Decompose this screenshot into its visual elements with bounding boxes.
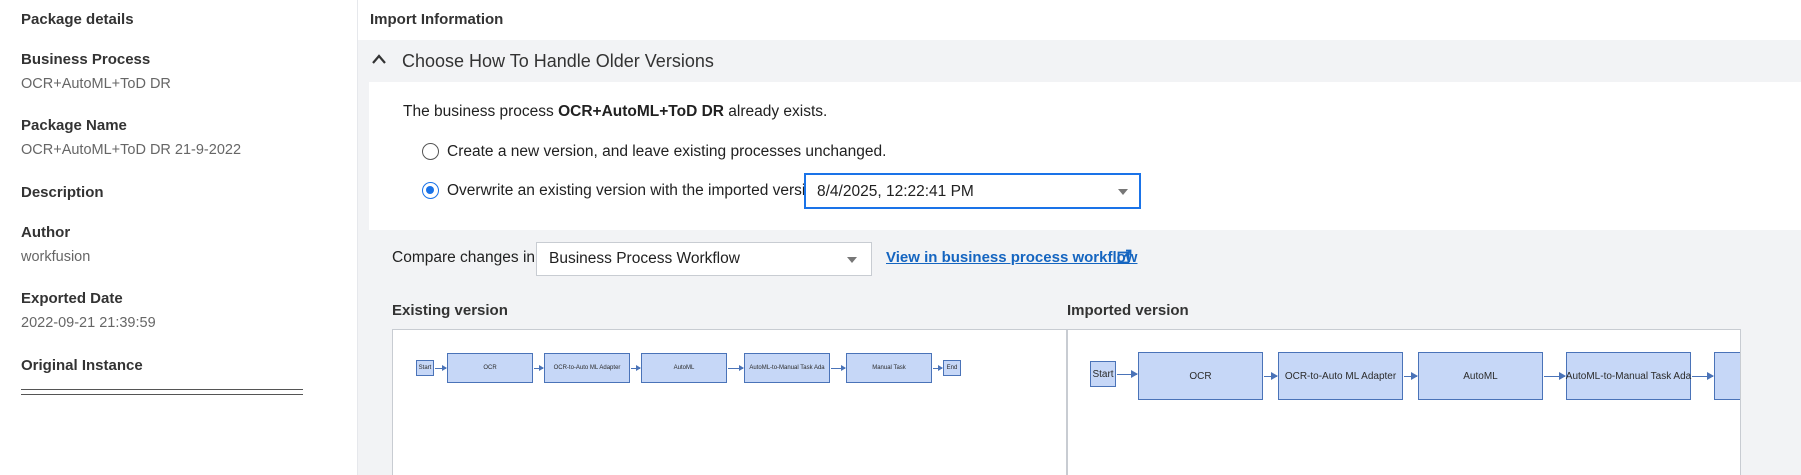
version-options-card: The business process OCR+AutoML+ToD DR a… bbox=[369, 82, 1801, 230]
compare-label: Compare changes in bbox=[392, 249, 536, 266]
original-instance-divider bbox=[21, 389, 303, 399]
workflow-node-automl-manual-adapter[interactable]: AutoML-to-Manual Task Ada bbox=[744, 353, 830, 383]
author-label: Author bbox=[21, 224, 71, 241]
business-process-label: Business Process bbox=[21, 51, 151, 68]
chevron-up-icon[interactable] bbox=[372, 54, 386, 64]
compare-select[interactable]: Business Process Workflow bbox=[536, 242, 872, 276]
workflow-arrow bbox=[831, 365, 846, 371]
workflow-node-start[interactable]: Start bbox=[416, 360, 434, 376]
original-instance-label: Original Instance bbox=[21, 357, 143, 374]
existing-version-title: Existing version bbox=[392, 302, 508, 319]
create-new-version-radio[interactable] bbox=[422, 143, 439, 160]
package-name-value: OCR+AutoML+ToD DR 21-9-2022 bbox=[21, 142, 242, 158]
overwrite-version-radio[interactable] bbox=[422, 182, 439, 199]
business-process-value: OCR+AutoML+ToD DR bbox=[21, 76, 171, 92]
version-select-value: 8/4/2025, 12:22:41 PM bbox=[817, 183, 974, 200]
workflow-arrow bbox=[1264, 372, 1278, 380]
workflow-node-ocr-automl-adapter[interactable]: OCR-to-Auto ML Adapter bbox=[1278, 352, 1403, 400]
import-information-title: Import Information bbox=[370, 11, 504, 28]
workflow-arrow bbox=[631, 365, 641, 371]
workflow-arrow bbox=[1404, 372, 1418, 380]
create-new-version-label[interactable]: Create a new version, and leave existing… bbox=[447, 143, 886, 161]
package-name-label: Package Name bbox=[21, 117, 127, 134]
workflow-arrow bbox=[933, 365, 943, 371]
workflow-arrow bbox=[435, 365, 447, 371]
existing-version-diagram[interactable]: Start OCR OCR-to-Auto ML Adapter AutoML … bbox=[392, 329, 1067, 475]
package-details-title: Package details bbox=[21, 11, 134, 28]
package-details-panel: Package details Business Process OCR+Aut… bbox=[0, 0, 358, 475]
exists-process-name: OCR+AutoML+ToD DR bbox=[558, 103, 724, 120]
workflow-arrow bbox=[1692, 372, 1714, 380]
version-select[interactable]: 8/4/2025, 12:22:41 PM bbox=[804, 173, 1141, 209]
workflow-node-manual-task[interactable] bbox=[1714, 352, 1740, 400]
workflow-arrow bbox=[1117, 370, 1138, 378]
workflow-node-ocr-automl-adapter[interactable]: OCR-to-Auto ML Adapter bbox=[544, 353, 630, 383]
workflow-node-automl[interactable]: AutoML bbox=[1418, 352, 1543, 400]
workflow-arrow bbox=[728, 365, 744, 371]
workflow-node-manual-task[interactable]: Manual Task bbox=[846, 353, 932, 383]
exists-message: The business process OCR+AutoML+ToD DR a… bbox=[403, 103, 827, 121]
import-header: Import Information bbox=[358, 0, 1801, 40]
chevron-down-icon bbox=[847, 257, 857, 263]
workflow-node-ocr[interactable]: OCR bbox=[1138, 352, 1263, 400]
description-label: Description bbox=[21, 184, 104, 201]
external-link-icon[interactable] bbox=[1117, 249, 1132, 264]
workflow-node-automl-manual-adapter[interactable]: AutoML-to-Manual Task Ada bbox=[1566, 352, 1691, 400]
workflow-node-automl[interactable]: AutoML bbox=[641, 353, 727, 383]
view-workflow-link[interactable]: View in business process workflow bbox=[886, 249, 1137, 266]
workflow-node-ocr[interactable]: OCR bbox=[447, 353, 533, 383]
workflow-node-start[interactable]: Start bbox=[1090, 361, 1116, 387]
imported-version-diagram[interactable]: Start OCR OCR-to-Auto ML Adapter AutoML … bbox=[1067, 329, 1741, 475]
exported-date-value: 2022-09-21 21:39:59 bbox=[21, 315, 156, 331]
exists-suffix: already exists. bbox=[723, 103, 828, 120]
chevron-down-icon bbox=[1118, 189, 1128, 195]
import-information-panel: Import Information Choose How To Handle … bbox=[358, 0, 1801, 475]
workflow-arrow bbox=[534, 365, 544, 371]
older-versions-section-header[interactable]: Choose How To Handle Older Versions bbox=[358, 40, 1801, 82]
workflow-arrow bbox=[1544, 372, 1566, 380]
workflow-node-end[interactable]: End bbox=[943, 360, 961, 376]
exists-prefix: The business process bbox=[403, 103, 559, 120]
imported-version-title: Imported version bbox=[1067, 302, 1189, 319]
author-value: workfusion bbox=[21, 249, 91, 265]
section-title: Choose How To Handle Older Versions bbox=[402, 51, 714, 71]
overwrite-version-label[interactable]: Overwrite an existing version with the i… bbox=[447, 182, 827, 200]
exported-date-label: Exported Date bbox=[21, 290, 123, 307]
compare-select-value: Business Process Workflow bbox=[549, 250, 740, 267]
